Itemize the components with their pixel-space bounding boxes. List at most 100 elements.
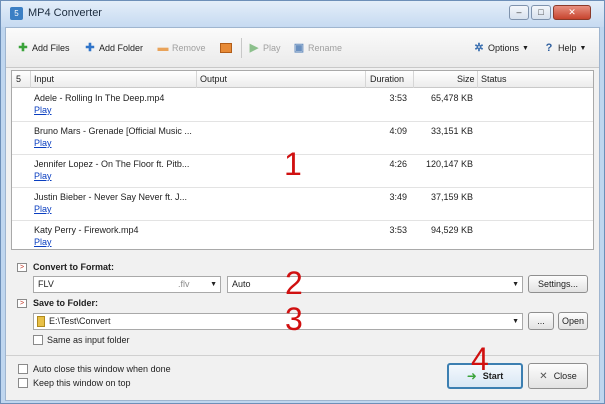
duration-value: 4:26 — [389, 159, 407, 169]
play-button[interactable]: ▶ Play — [248, 41, 281, 55]
convert-expand-toggle[interactable]: > — [17, 263, 27, 272]
chevron-down-icon: ▼ — [512, 281, 519, 288]
input-column-header[interactable]: Input — [34, 74, 54, 84]
stop-icon — [220, 43, 232, 53]
output-column-header[interactable]: Output — [200, 74, 227, 84]
maximize-button[interactable]: □ — [531, 5, 551, 20]
column-divider — [477, 71, 478, 88]
close-window-button[interactable]: ✕ — [553, 5, 591, 20]
browse-folder-button[interactable]: ... — [528, 312, 554, 330]
help-label: Help — [558, 43, 577, 53]
client-area: ✚ Add Files ✚ Add Folder ▬ Remove ▶ Play… — [5, 27, 600, 401]
options-menu-button[interactable]: ✲ Options ▼ — [473, 41, 529, 55]
size-value: 33,151 KB — [430, 126, 473, 136]
stop-button[interactable] — [220, 41, 232, 55]
title-bar[interactable]: 5 MP4 Converter – □ ✕ — [1, 1, 604, 27]
add-folder-label: Add Folder — [99, 43, 144, 53]
window-title: MP4 Converter — [28, 7, 102, 19]
app-icon: 5 — [10, 7, 23, 20]
toolbar: ✚ Add Files ✚ Add Folder ▬ Remove ▶ Play… — [6, 28, 599, 68]
plus-icon: ✚ — [18, 42, 28, 54]
play-link[interactable]: Play — [34, 237, 52, 247]
annotation-number: 4 — [471, 341, 489, 377]
status-column-header[interactable]: Status — [481, 74, 507, 84]
column-divider — [365, 71, 366, 88]
column-divider — [30, 71, 31, 88]
keep-on-top-checkbox[interactable] — [18, 378, 28, 388]
toolbar-divider — [241, 38, 242, 58]
table-row[interactable]: Katy Perry - Firework.mp4 Play 3:53 94,5… — [12, 221, 593, 249]
format-extension: .flv — [178, 279, 190, 289]
input-file-name: Jennifer Lopez - On The Floor ft. Pitb..… — [34, 159, 190, 169]
size-value: 94,529 KB — [430, 225, 473, 235]
options-label: Options — [488, 43, 520, 53]
same-as-input-checkbox[interactable] — [33, 335, 43, 345]
table-row[interactable]: Bruno Mars - Grenade [Official Music ...… — [12, 122, 593, 155]
duration-column-header[interactable]: Duration — [370, 74, 404, 84]
question-icon: ? — [545, 42, 553, 54]
preset-value: Auto — [232, 279, 251, 289]
preset-select[interactable]: Auto ▼ — [227, 276, 523, 293]
chevron-down-icon: ▼ — [522, 44, 529, 52]
keep-on-top-label: Keep this window on top — [33, 378, 131, 388]
table-row[interactable]: Jennifer Lopez - On The Floor ft. Pitb..… — [12, 155, 593, 188]
file-table: 5 Input Output Duration Size Status Adel… — [11, 70, 594, 250]
close-label: Close — [553, 371, 577, 381]
close-button[interactable]: ✕ Close — [528, 363, 588, 389]
add-files-button[interactable]: ✚ Add Files — [17, 41, 70, 55]
rename-button[interactable]: ▣ Rename — [293, 41, 342, 55]
column-divider — [413, 71, 414, 88]
rename-icon: ▣ — [293, 42, 305, 54]
gear-icon: ✲ — [474, 42, 484, 54]
annotation-number: 3 — [285, 301, 303, 337]
save-section-label: Save to Folder: — [33, 298, 99, 308]
play-icon: ▶ — [249, 42, 259, 54]
remove-button[interactable]: ▬ Remove — [157, 41, 206, 55]
size-value: 37,159 KB — [430, 192, 473, 202]
bottom-bar: Auto close this window when done Keep th… — [6, 355, 599, 400]
chevron-down-icon: ▼ — [210, 281, 217, 288]
save-expand-toggle[interactable]: > — [17, 299, 27, 308]
table-row[interactable]: Justin Bieber - Never Say Never ft. J...… — [12, 188, 593, 221]
auto-close-label: Auto close this window when done — [33, 364, 171, 374]
output-folder-select[interactable]: E:\Test\Convert ▼ — [33, 313, 523, 330]
folder-icon — [37, 316, 45, 327]
table-row[interactable]: Adele - Rolling In The Deep.mp4 Play 3:5… — [12, 89, 593, 122]
index-column-header[interactable]: 5 — [16, 74, 21, 84]
input-file-name: Katy Perry - Firework.mp4 — [34, 225, 139, 235]
table-header: 5 Input Output Duration Size Status — [12, 71, 593, 88]
play-link[interactable]: Play — [34, 171, 52, 181]
annotation-number: 1 — [284, 146, 302, 182]
add-folder-button[interactable]: ✚ Add Folder — [84, 41, 143, 55]
size-column-header[interactable]: Size — [457, 74, 475, 84]
add-files-label: Add Files — [32, 43, 70, 53]
play-label: Play — [263, 43, 281, 53]
duration-value: 3:53 — [389, 93, 407, 103]
input-file-name: Justin Bieber - Never Say Never ft. J... — [34, 192, 188, 202]
chevron-down-icon: ▼ — [512, 318, 519, 325]
duration-value: 4:09 — [389, 126, 407, 136]
settings-button[interactable]: Settings... — [528, 275, 588, 293]
open-folder-button[interactable]: Open — [558, 312, 588, 330]
remove-label: Remove — [172, 43, 206, 53]
output-folder-path: E:\Test\Convert — [49, 316, 111, 326]
size-value: 65,478 KB — [430, 93, 473, 103]
column-divider — [196, 71, 197, 88]
size-value: 120,147 KB — [425, 159, 473, 169]
format-select[interactable]: FLV .flv ▼ — [33, 276, 221, 293]
rename-label: Rename — [308, 43, 343, 53]
auto-close-checkbox[interactable] — [18, 364, 28, 374]
same-as-input-label: Same as input folder — [47, 335, 130, 345]
help-menu-button[interactable]: ? Help ▼ — [543, 41, 587, 55]
app-window: 5 MP4 Converter – □ ✕ ✚ Add Files ✚ Add … — [0, 0, 605, 404]
convert-section-label: Convert to Format: — [33, 262, 114, 272]
plus-icon: ✚ — [85, 42, 95, 54]
play-link[interactable]: Play — [34, 138, 52, 148]
minus-icon: ▬ — [157, 42, 169, 54]
minimize-button[interactable]: – — [509, 5, 529, 20]
play-link[interactable]: Play — [34, 204, 52, 214]
chevron-down-icon: ▼ — [579, 44, 587, 52]
duration-value: 3:53 — [389, 225, 407, 235]
annotation-number: 2 — [285, 265, 303, 301]
play-link[interactable]: Play — [34, 105, 52, 115]
